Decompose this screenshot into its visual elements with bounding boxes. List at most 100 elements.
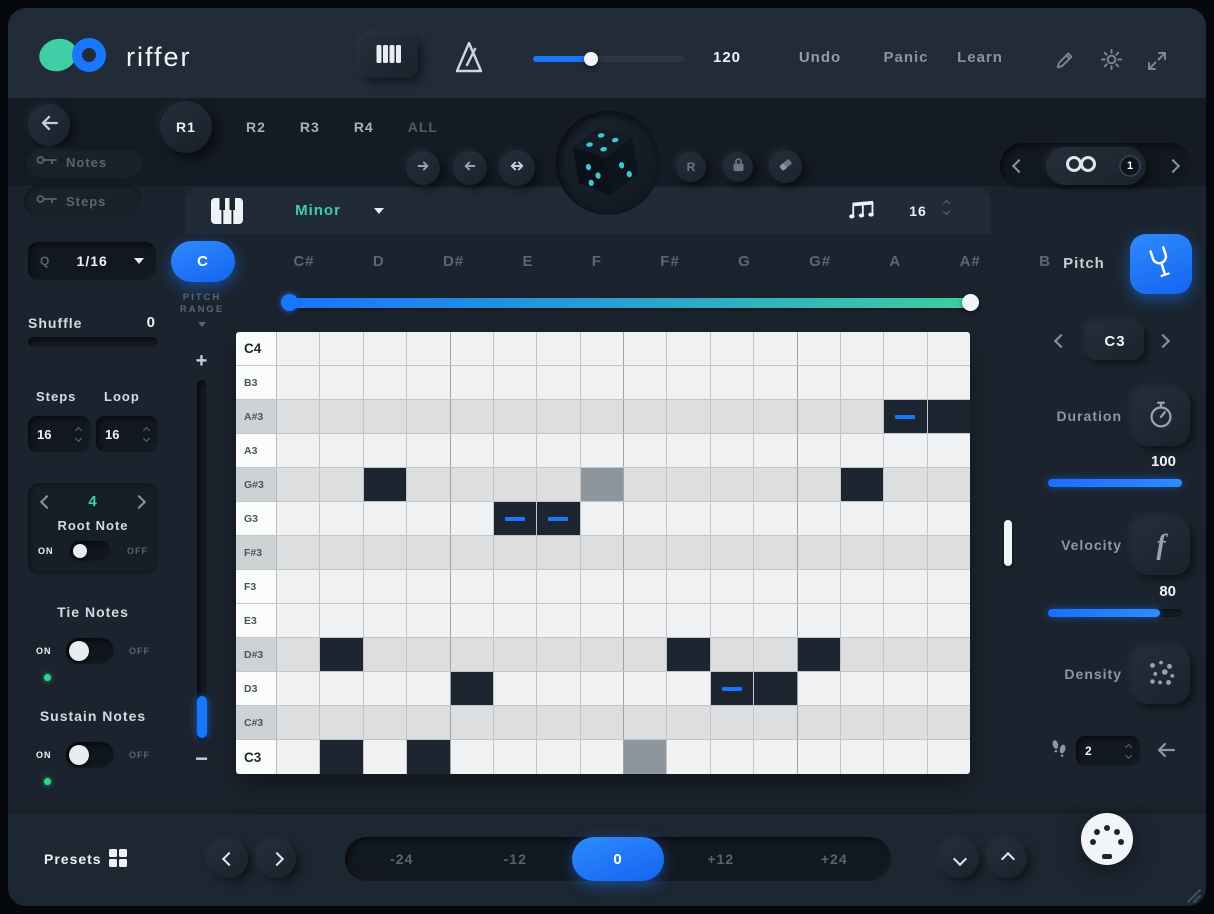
pitch-note-value[interactable]: C3 bbox=[1086, 322, 1144, 360]
grid-cell[interactable] bbox=[320, 536, 363, 569]
grid-cell[interactable] bbox=[754, 400, 797, 433]
velocity-bar[interactable] bbox=[722, 687, 742, 691]
riff-tab-r4[interactable]: R4 bbox=[354, 119, 374, 135]
grid-cell[interactable] bbox=[667, 400, 710, 433]
grid-cell[interactable] bbox=[581, 434, 624, 467]
grid-cell[interactable] bbox=[624, 604, 667, 637]
grid-cell[interactable] bbox=[754, 740, 797, 774]
step-down-icon[interactable] bbox=[143, 434, 150, 441]
grid-scrollbar-thumb[interactable] bbox=[1004, 520, 1012, 566]
grid-cell[interactable] bbox=[407, 400, 450, 433]
tempo-slider-knob[interactable] bbox=[584, 52, 598, 66]
grid-cell[interactable] bbox=[884, 536, 927, 569]
grid-note-cell[interactable] bbox=[537, 502, 580, 535]
riff-tab-r3[interactable]: R3 bbox=[300, 119, 320, 135]
grid-cell[interactable] bbox=[711, 604, 754, 637]
grid-cell[interactable] bbox=[320, 366, 363, 399]
grid-cell[interactable] bbox=[841, 332, 884, 365]
grid-cell[interactable] bbox=[754, 604, 797, 637]
grid-cell[interactable] bbox=[364, 706, 407, 739]
presets-grid-icon[interactable] bbox=[108, 848, 128, 873]
grid-cell[interactable] bbox=[884, 604, 927, 637]
grid-cell[interactable] bbox=[667, 366, 710, 399]
lock-button[interactable] bbox=[723, 152, 753, 182]
grid-cell[interactable] bbox=[537, 604, 580, 637]
resize-icon[interactable] bbox=[1146, 50, 1168, 77]
grid-cell[interactable] bbox=[407, 638, 450, 671]
grid-note-cell[interactable] bbox=[798, 638, 841, 671]
note-as-button[interactable]: A# bbox=[960, 253, 981, 270]
grid-cell[interactable] bbox=[537, 400, 580, 433]
grid-cell[interactable] bbox=[928, 434, 970, 467]
sidebar-item-steps[interactable]: Steps bbox=[24, 185, 142, 217]
grid-cell[interactable] bbox=[320, 332, 363, 365]
grid-cell[interactable] bbox=[451, 332, 494, 365]
grid-note-cell[interactable] bbox=[624, 740, 667, 774]
grid-cell[interactable] bbox=[798, 502, 841, 535]
grid-cell[interactable] bbox=[494, 434, 537, 467]
grid-cell[interactable] bbox=[754, 332, 797, 365]
grid-cell[interactable] bbox=[884, 434, 927, 467]
keyboard-toggle-button[interactable] bbox=[360, 34, 418, 78]
grid-cell[interactable] bbox=[364, 434, 407, 467]
grid-cell[interactable] bbox=[711, 570, 754, 603]
grid-cell[interactable] bbox=[494, 604, 537, 637]
grid-cell[interactable] bbox=[928, 332, 970, 365]
velocity-bar[interactable] bbox=[548, 517, 568, 521]
grid-cell[interactable] bbox=[320, 400, 363, 433]
grid-cell[interactable] bbox=[884, 672, 927, 705]
grid-cell[interactable] bbox=[407, 366, 450, 399]
swap-arrows-button[interactable] bbox=[499, 150, 535, 186]
grid-cell[interactable] bbox=[928, 502, 970, 535]
grid-cell[interactable] bbox=[407, 332, 450, 365]
grid-cell[interactable] bbox=[798, 400, 841, 433]
grid-cell[interactable] bbox=[451, 706, 494, 739]
grid-cell[interactable] bbox=[494, 570, 537, 603]
grid-cell[interactable] bbox=[494, 400, 537, 433]
grid-cell[interactable] bbox=[711, 434, 754, 467]
grid-cell[interactable] bbox=[884, 366, 927, 399]
grid-cell[interactable] bbox=[581, 536, 624, 569]
metronome-icon[interactable] bbox=[448, 36, 490, 83]
sidebar-item-notes[interactable]: Notes bbox=[24, 146, 142, 178]
midi-connector-icon[interactable] bbox=[1080, 812, 1134, 871]
grid-cell[interactable] bbox=[581, 604, 624, 637]
note-f-button[interactable]: F bbox=[592, 253, 602, 270]
settings-gear-icon[interactable] bbox=[1100, 48, 1123, 76]
root-note-toggle[interactable] bbox=[70, 541, 110, 561]
grid-cell[interactable] bbox=[494, 706, 537, 739]
octave-up-button[interactable] bbox=[989, 840, 1027, 878]
grid-cell[interactable] bbox=[537, 332, 580, 365]
record-button[interactable]: R bbox=[676, 152, 706, 182]
grid-cell[interactable] bbox=[667, 332, 710, 365]
grid-cell[interactable] bbox=[581, 672, 624, 705]
grid-cell[interactable] bbox=[451, 638, 494, 671]
riff-tab-all[interactable]: ALL bbox=[408, 119, 438, 135]
grid-cell[interactable] bbox=[928, 536, 970, 569]
octave--12-button[interactable]: -12 bbox=[459, 851, 573, 867]
grid-cell[interactable] bbox=[754, 706, 797, 739]
steps-stepper[interactable]: 16 bbox=[28, 416, 90, 452]
root-prev-chevron[interactable] bbox=[40, 494, 54, 508]
grid-cell[interactable] bbox=[754, 434, 797, 467]
step-up-icon[interactable] bbox=[1125, 743, 1132, 750]
grid-cell[interactable] bbox=[407, 570, 450, 603]
grid-note-cell[interactable] bbox=[711, 672, 754, 705]
duration-button[interactable] bbox=[1132, 388, 1190, 446]
root-next-chevron[interactable] bbox=[132, 494, 146, 508]
grid-cell[interactable] bbox=[711, 706, 754, 739]
grid-cell[interactable] bbox=[711, 400, 754, 433]
grid-cell[interactable] bbox=[364, 638, 407, 671]
grid-cell[interactable] bbox=[407, 672, 450, 705]
note-ds-button[interactable]: D# bbox=[443, 253, 464, 270]
grid-cell[interactable] bbox=[494, 638, 537, 671]
grid-cell[interactable] bbox=[277, 672, 320, 705]
grid-cell[interactable] bbox=[624, 434, 667, 467]
note-a-button[interactable]: A bbox=[889, 253, 901, 270]
grid-cell[interactable] bbox=[754, 468, 797, 501]
grid-cell[interactable] bbox=[667, 502, 710, 535]
octave-down-button[interactable] bbox=[941, 840, 979, 878]
pitch-mode-button[interactable] bbox=[1130, 234, 1192, 294]
resize-grip-icon[interactable] bbox=[1186, 888, 1202, 906]
grid-cell[interactable] bbox=[928, 604, 970, 637]
